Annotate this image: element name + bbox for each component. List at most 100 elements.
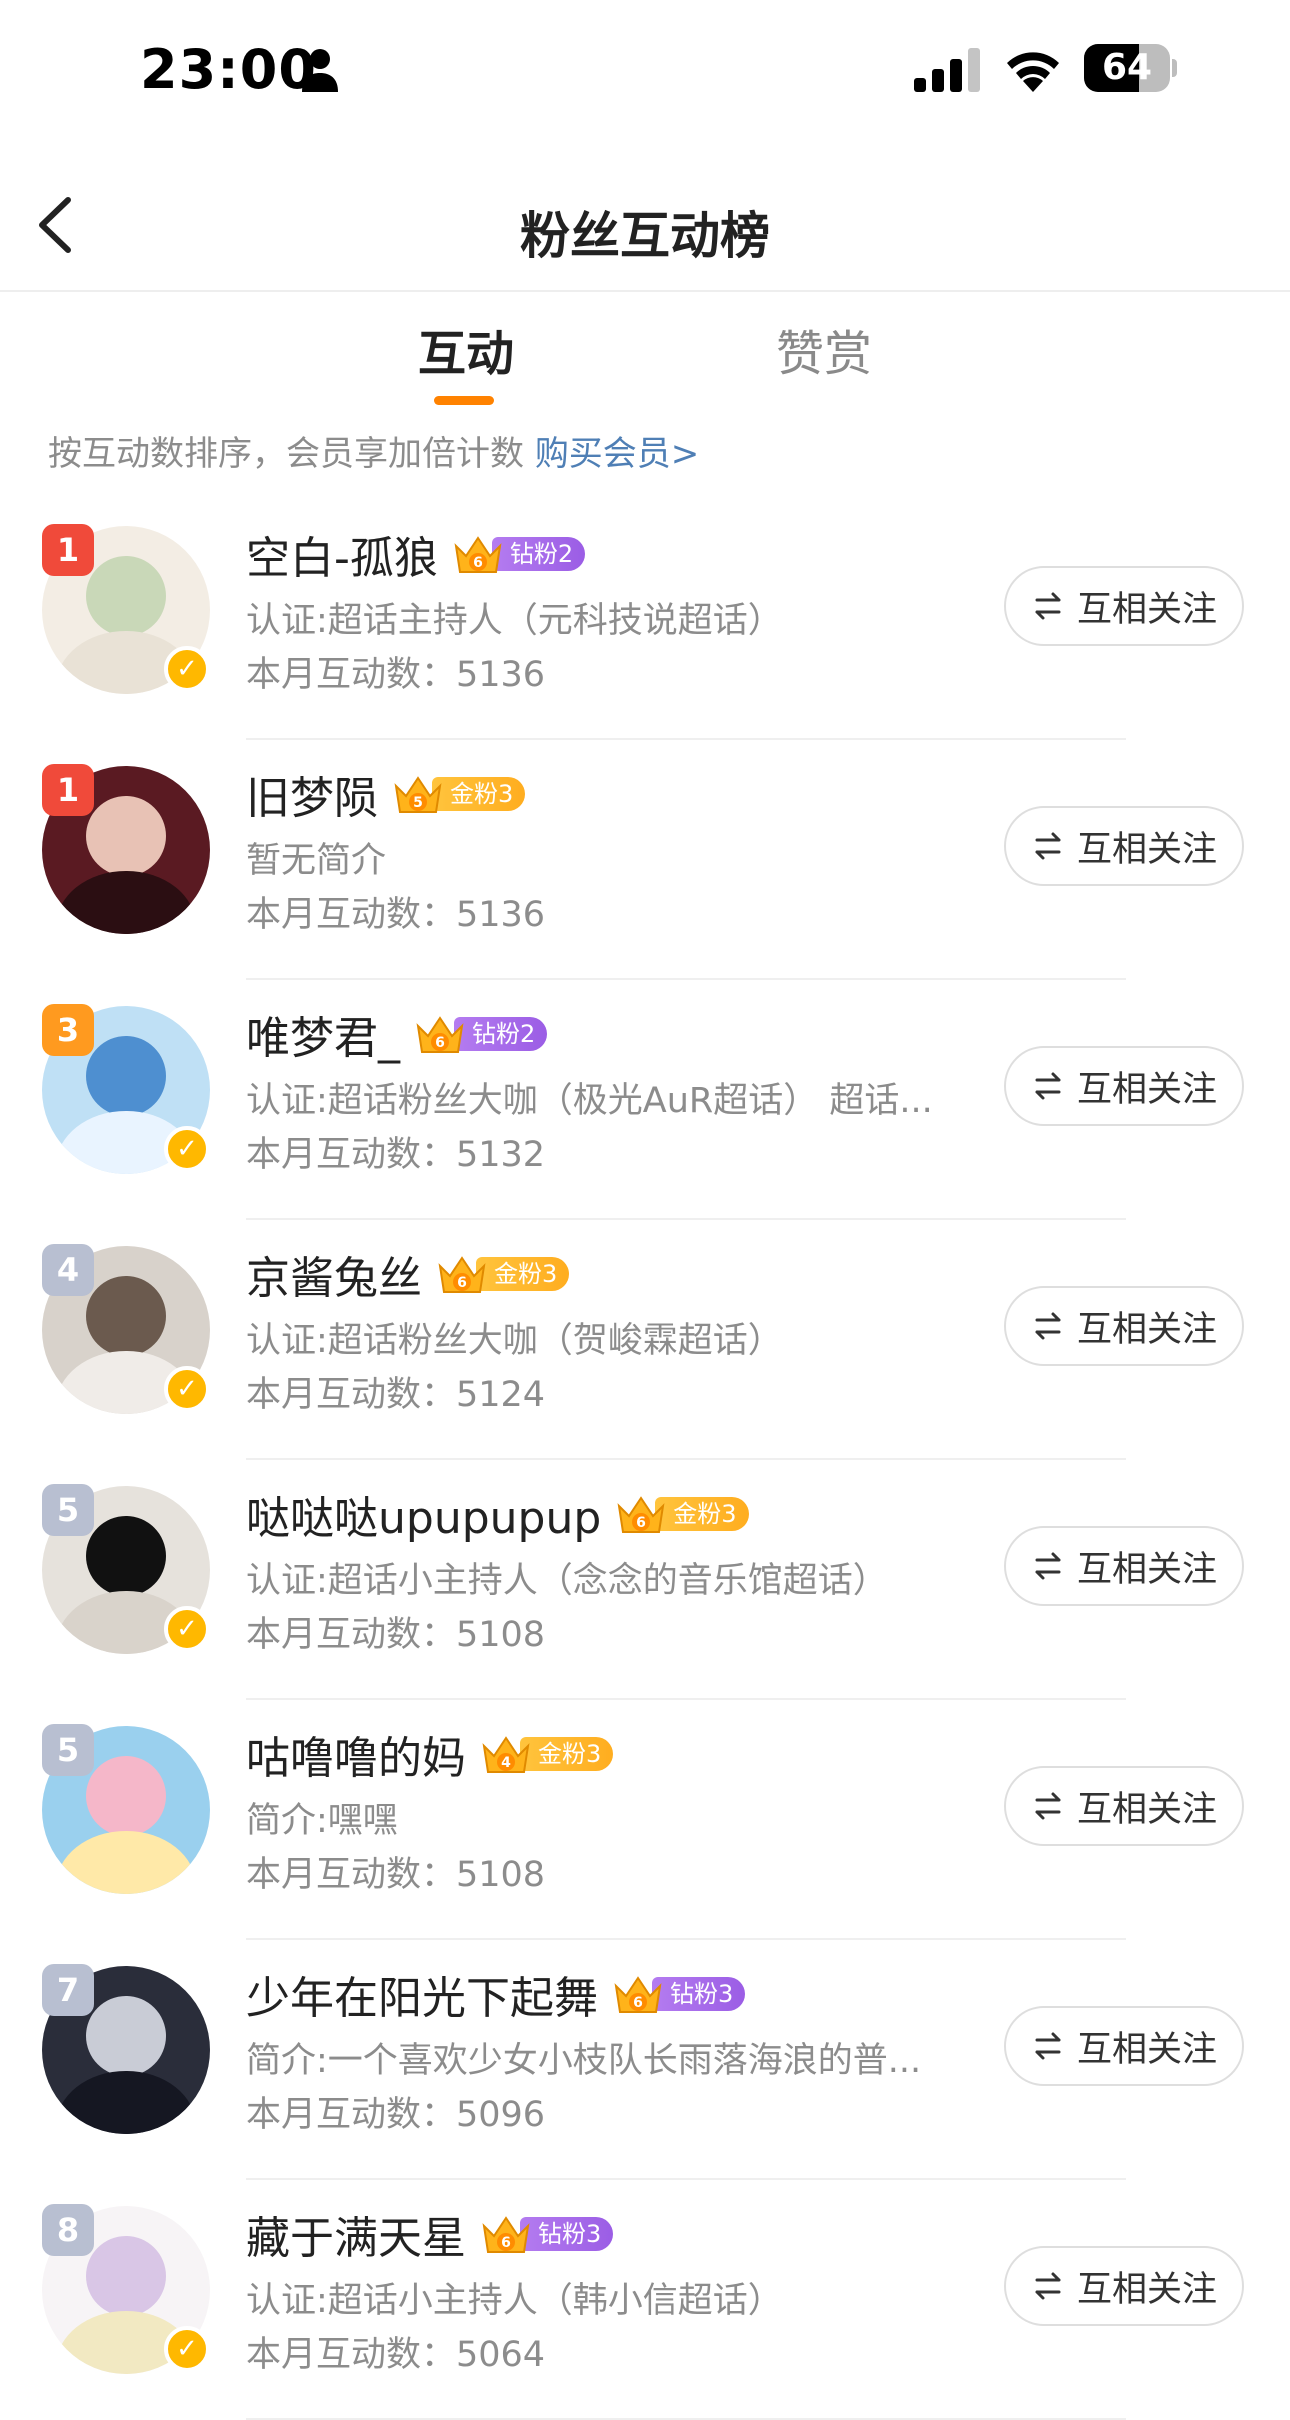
- follow-label: 互相关注: [1076, 1309, 1217, 1350]
- crown-icon: 6: [614, 1976, 662, 2013]
- list-item[interactable]: 5 ✓ 哒哒哒upupupup 6 金粉3 认证:超话小主持人（念念的音乐馆超话…: [0, 1460, 1290, 1700]
- user-description: 认证:超话粉丝大咖（贺峻霖超话）: [246, 1321, 783, 1361]
- rank-badge: 1: [42, 524, 94, 576]
- user-name[interactable]: 少年在阳光下起舞: [246, 1962, 598, 2026]
- user-description: 认证:超话主持人（元科技说超话）: [246, 601, 783, 641]
- rank-badge: 5: [42, 1484, 94, 1536]
- badge-label: 金粉3: [520, 1737, 614, 1771]
- tab-indicator: [434, 396, 494, 405]
- user-description: 认证:超话粉丝大咖（极光AuR超话） 超话...: [246, 1081, 933, 1121]
- user-name[interactable]: 空白-孤狼: [246, 522, 438, 586]
- verified-icon: ✓: [164, 646, 210, 692]
- signal-icon: [914, 48, 980, 92]
- user-name[interactable]: 京酱兔丝: [246, 1242, 422, 1306]
- status-bar: 23:00 64: [0, 0, 1290, 140]
- buy-membership-link[interactable]: 购买会员>: [535, 434, 700, 474]
- interaction-count: 本月互动数：5064: [246, 2335, 546, 2375]
- svg-text:6: 6: [473, 555, 483, 571]
- badge-label: 金粉3: [476, 1257, 570, 1291]
- verified-icon: ✓: [164, 2326, 210, 2372]
- fan-level-badge: 6 钻粉3: [480, 2215, 614, 2253]
- interaction-count: 本月互动数：5136: [246, 895, 546, 935]
- verified-icon: ✓: [164, 1126, 210, 1172]
- interaction-count: 本月互动数：5132: [246, 1135, 546, 1175]
- user-description: 暂无简介: [246, 841, 387, 881]
- user-description: 简介:一个喜欢少女小枝队长雨落海浪的普...: [246, 2041, 922, 2081]
- tab-bar: 互动 赞赏: [0, 298, 1290, 408]
- follow-label: 互相关注: [1076, 2269, 1217, 2310]
- badge-label: 钻粉3: [652, 1977, 746, 2011]
- mutual-arrows-icon: [1035, 2032, 1061, 2060]
- follow-label: 互相关注: [1076, 829, 1217, 870]
- follow-label: 互相关注: [1076, 2029, 1217, 2070]
- mutual-arrows-icon: [1035, 1072, 1061, 1100]
- follow-label: 互相关注: [1076, 1069, 1217, 1110]
- crown-icon: 6: [482, 2216, 530, 2253]
- mutual-arrows-icon: [1035, 1312, 1061, 1340]
- follow-label: 互相关注: [1076, 589, 1217, 630]
- badge-label: 金粉3: [432, 777, 526, 811]
- mutual-follow-button[interactable]: 互相关注: [1004, 2246, 1244, 2326]
- interaction-count: 本月互动数：5136: [246, 655, 546, 695]
- mutual-follow-button[interactable]: 互相关注: [1004, 806, 1244, 886]
- fan-level-badge: 6 钻粉2: [452, 535, 586, 573]
- crown-icon: 6: [416, 1016, 464, 1053]
- mutual-follow-button[interactable]: 互相关注: [1004, 1046, 1244, 1126]
- user-description: 认证:超话小主持人（韩小信超话）: [246, 2281, 783, 2321]
- mutual-follow-button[interactable]: 互相关注: [1004, 1526, 1244, 1606]
- list-item[interactable]: 5 ✓ 咕噜噜的妈 4 金粉3 简介:嘿嘿 本月互动数：5108 互相关注: [0, 1700, 1290, 1940]
- list-item[interactable]: 1 ✓ 旧梦陨 5 金粉3 暂无简介 本月互动数：5136 互相关注: [0, 740, 1290, 980]
- list-item[interactable]: 8 ✓ 藏于满天星 6 钻粉3 认证:超话小主持人（韩小信超话） 本月互动数：5…: [0, 2180, 1290, 2420]
- follow-label: 互相关注: [1076, 1549, 1217, 1590]
- sort-hint-text: 按互动数排序，会员享加倍计数: [48, 434, 535, 474]
- list-item[interactable]: 4 ✓ 京酱兔丝 6 金粉3 认证:超话粉丝大咖（贺峻霖超话） 本月互动数：51…: [0, 1220, 1290, 1460]
- status-time: 23:00: [140, 38, 317, 101]
- rank-badge: 8: [42, 2204, 94, 2256]
- user-description: 简介:嘿嘿: [246, 1801, 398, 1841]
- interaction-count: 本月互动数：5124: [246, 1375, 546, 1415]
- verified-icon: ✓: [164, 1366, 210, 1412]
- crown-icon: 6: [454, 536, 502, 573]
- rank-badge: 3: [42, 1004, 94, 1056]
- wifi-icon: [1007, 52, 1059, 92]
- mutual-arrows-icon: [1035, 832, 1061, 860]
- interaction-count: 本月互动数：5108: [246, 1615, 546, 1655]
- crown-icon: 5: [394, 776, 442, 813]
- follow-label: 互相关注: [1076, 1789, 1217, 1830]
- svg-text:6: 6: [435, 1035, 445, 1051]
- mutual-arrows-icon: [1035, 2272, 1061, 2300]
- fan-level-badge: 6 钻粉2: [414, 1015, 548, 1053]
- badge-label: 钻粉2: [491, 537, 586, 571]
- user-name[interactable]: 旧梦陨: [246, 762, 378, 826]
- list-item[interactable]: 7 ✓ 少年在阳光下起舞 6 钻粉3 简介:一个喜欢少女小枝队长雨落海浪的普..…: [0, 1940, 1290, 2180]
- crown-icon: 4: [482, 1736, 530, 1773]
- fan-level-badge: 4 金粉3: [480, 1735, 614, 1773]
- user-name[interactable]: 藏于满天星: [246, 2202, 466, 2266]
- user-description: 认证:超话小主持人（念念的音乐馆超话）: [246, 1561, 888, 1601]
- interaction-count: 本月互动数：5108: [246, 1855, 546, 1895]
- person-icon: [302, 49, 338, 92]
- crown-icon: 6: [438, 1256, 486, 1293]
- user-name[interactable]: 唯梦君_: [246, 1002, 400, 1066]
- tab-appreciation[interactable]: 赞赏: [776, 314, 872, 384]
- fan-level-badge: 5 金粉3: [392, 775, 526, 813]
- battery-level: 64: [1101, 47, 1153, 88]
- rank-badge: 4: [42, 1244, 94, 1296]
- mutual-follow-button[interactable]: 互相关注: [1004, 566, 1244, 646]
- mutual-follow-button[interactable]: 互相关注: [1004, 2006, 1244, 2086]
- crown-icon: 6: [617, 1496, 665, 1533]
- badge-label: 钻粉2: [454, 1017, 548, 1051]
- mutual-follow-button[interactable]: 互相关注: [1004, 1286, 1244, 1366]
- user-name[interactable]: 咕噜噜的妈: [246, 1722, 466, 1786]
- page-title: 粉丝互动榜: [520, 207, 770, 265]
- tab-interaction[interactable]: 互动: [418, 314, 514, 384]
- rank-badge: 1: [42, 764, 94, 816]
- mutual-arrows-icon: [1035, 1552, 1061, 1580]
- mutual-follow-button[interactable]: 互相关注: [1004, 1766, 1244, 1846]
- user-name[interactable]: 哒哒哒upupupup: [246, 1482, 601, 1546]
- svg-text:6: 6: [457, 1275, 467, 1291]
- mutual-arrows-icon: [1035, 1792, 1061, 1820]
- rank-badge: 7: [42, 1964, 94, 2016]
- list-item[interactable]: 1 ✓ 空白-孤狼 6 钻粉2 认证:超话主持人（元科技说超话） 本月互动数：5…: [0, 500, 1290, 740]
- list-item[interactable]: 3 ✓ 唯梦君_ 6 钻粉2 认证:超话粉丝大咖（极光AuR超话） 超话... …: [0, 980, 1290, 1220]
